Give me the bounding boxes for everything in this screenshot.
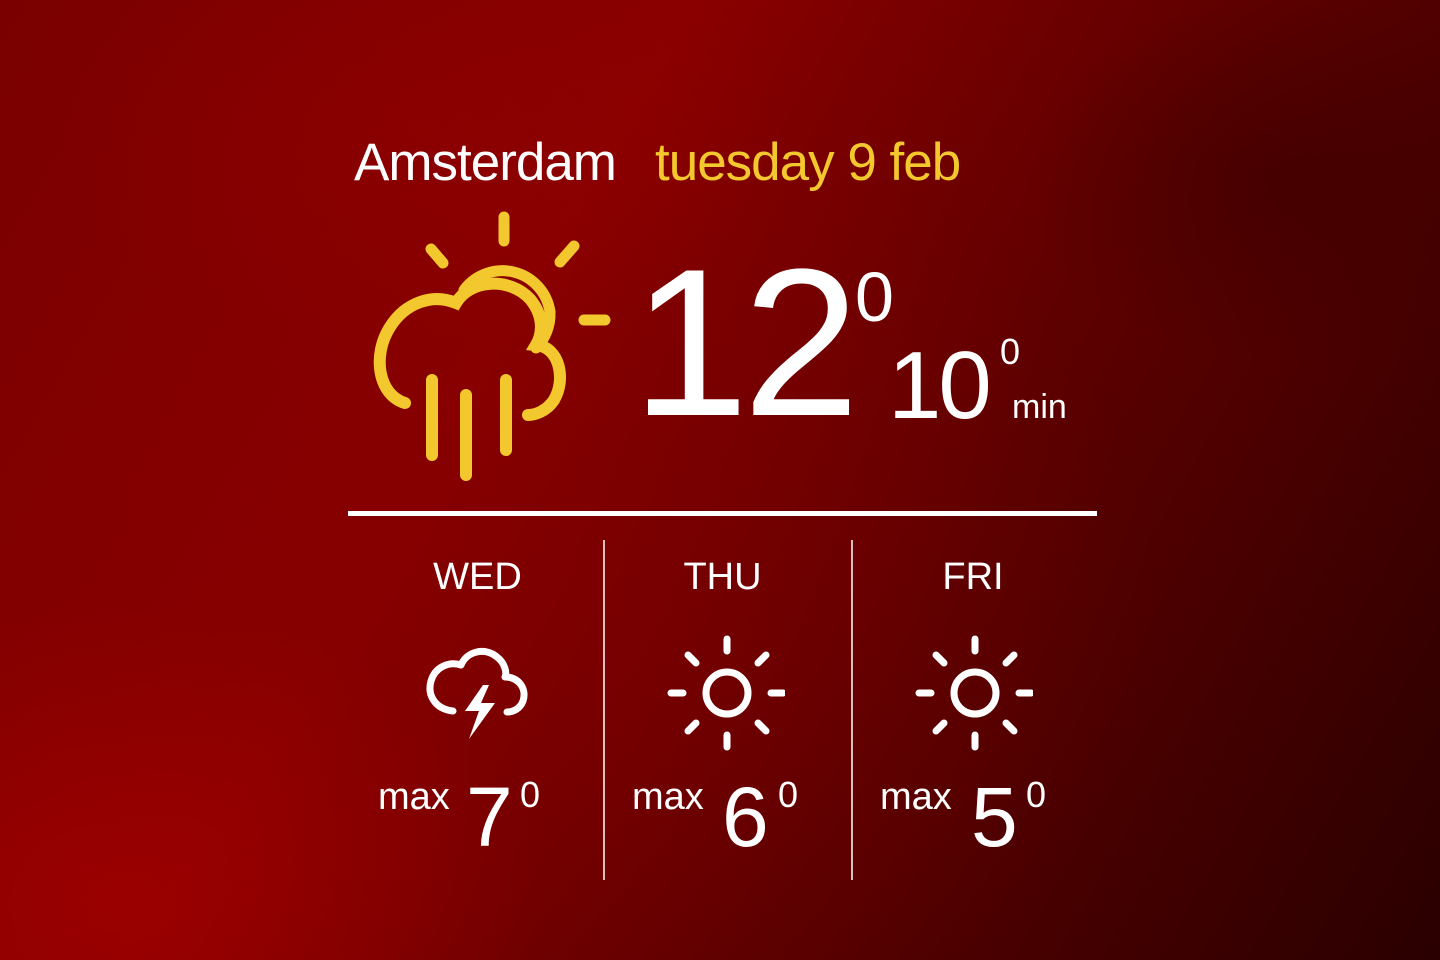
forecast-max-value: 7 bbox=[466, 770, 513, 864]
min-temperature: 10 bbox=[888, 332, 992, 439]
forecast-max-value: 5 bbox=[971, 770, 1018, 864]
forecast-max-label: max bbox=[880, 776, 952, 818]
forecast-day-label: THU bbox=[683, 556, 762, 598]
sun-icon bbox=[667, 635, 785, 751]
forecast-max-unit: 0 bbox=[520, 774, 541, 815]
forecast-max-label: max bbox=[632, 776, 704, 818]
city-name: Amsterdam bbox=[354, 133, 617, 192]
forecast-day-wed: WED max 7 0 bbox=[355, 545, 603, 875]
forecast-max-label: max bbox=[378, 776, 450, 818]
forecast-day-label: FRI bbox=[942, 556, 1004, 598]
divider-line bbox=[348, 511, 1097, 516]
forecast-day-thu: THU max 6 0 bbox=[605, 545, 851, 875]
sun-cloud-rain-icon bbox=[373, 211, 611, 481]
weather-widget: Amsterdam tuesday 9 feb 12 0 10 0 min WE… bbox=[0, 0, 1440, 960]
sun-icon bbox=[915, 635, 1033, 751]
thunderstorm-icon bbox=[426, 647, 528, 739]
current-temperature-unit: 0 bbox=[855, 258, 894, 336]
forecast-day-fri: FRI max 5 0 bbox=[853, 545, 1097, 875]
forecast-day-label: WED bbox=[433, 556, 522, 598]
forecast-max-unit: 0 bbox=[1026, 774, 1047, 815]
current-temperature: 12 bbox=[632, 225, 860, 460]
min-temperature-label: min bbox=[1012, 388, 1067, 426]
current-date: tuesday 9 feb bbox=[655, 133, 961, 192]
forecast-max-unit: 0 bbox=[778, 774, 799, 815]
min-temperature-unit: 0 bbox=[1000, 331, 1021, 372]
forecast-max-value: 6 bbox=[722, 770, 769, 864]
